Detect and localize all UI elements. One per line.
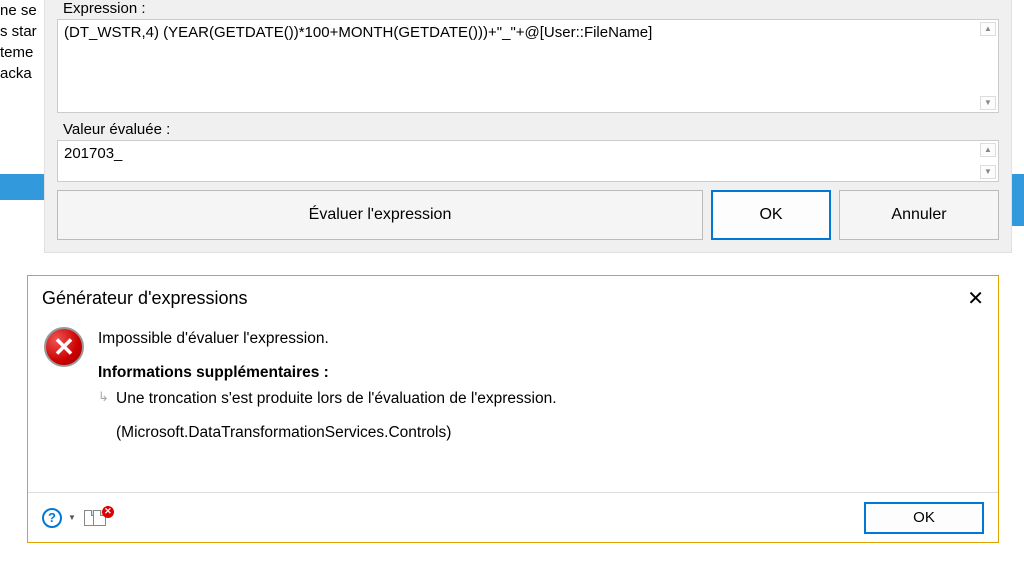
- footer-icon-group: ? ▼ ✕: [42, 506, 112, 530]
- error-message-content: Impossible d'évaluer l'expression. Infor…: [98, 327, 982, 445]
- additional-info-label: Informations supplémentaires :: [98, 361, 982, 385]
- error-dialog-titlebar: Générateur d'expressions ✕: [28, 276, 998, 319]
- scroll-up-button[interactable]: ▲: [980, 143, 996, 157]
- help-dropdown-icon[interactable]: ▼: [68, 513, 76, 522]
- error-dialog-title: Générateur d'expressions: [42, 288, 248, 309]
- scroll-down-button[interactable]: ▼: [980, 96, 996, 110]
- cancel-button[interactable]: Annuler: [839, 190, 999, 240]
- evaluate-expression-button[interactable]: Évaluer l'expression: [57, 190, 703, 240]
- error-detail-text: Une troncation s'est produite lors de l'…: [98, 387, 982, 411]
- expression-text: (DT_WSTR,4) (YEAR(GETDATE())*100+MONTH(G…: [64, 24, 652, 41]
- error-source-text: (Microsoft.DataTransformationServices.Co…: [116, 421, 982, 445]
- scroll-down-button[interactable]: ▼: [980, 165, 996, 179]
- error-icon: ✕: [44, 327, 84, 367]
- evaluated-value-output[interactable]: 201703_ ▲ ▼: [57, 140, 999, 182]
- expression-input[interactable]: (DT_WSTR,4) (YEAR(GETDATE())*100+MONTH(G…: [57, 19, 999, 113]
- error-message-dialog: Générateur d'expressions ✕ ✕ Impossible …: [27, 275, 999, 543]
- error-ok-button[interactable]: OK: [864, 502, 984, 534]
- error-dialog-body: ✕ Impossible d'évaluer l'expression. Inf…: [28, 319, 998, 445]
- dialog-button-row: Évaluer l'expression OK Annuler: [57, 190, 999, 240]
- selection-highlight-left: [0, 174, 44, 200]
- evaluated-text: 201703_: [64, 145, 122, 162]
- ok-button[interactable]: OK: [711, 190, 831, 240]
- scroll-up-button[interactable]: ▲: [980, 22, 996, 36]
- error-dialog-footer: ? ▼ ✕ OK: [28, 492, 998, 542]
- background-partial-text: ne se s star teme acka: [0, 0, 37, 84]
- expression-builder-dialog: Expression : (DT_WSTR,4) (YEAR(GETDATE()…: [44, 0, 1012, 253]
- close-icon[interactable]: ✕: [967, 286, 984, 311]
- expression-label: Expression :: [57, 0, 999, 19]
- evaluated-value-label: Valeur évaluée :: [57, 121, 999, 140]
- error-primary-text: Impossible d'évaluer l'expression.: [98, 327, 982, 351]
- copy-icon[interactable]: ✕: [84, 506, 112, 530]
- help-icon[interactable]: ?: [42, 508, 62, 528]
